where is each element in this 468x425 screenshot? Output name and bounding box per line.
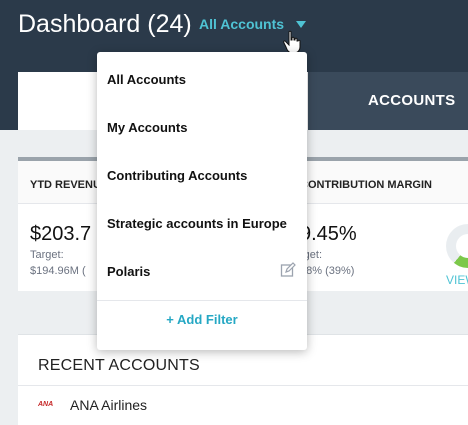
dropdown-item-all-accounts[interactable]: All Accounts bbox=[107, 72, 186, 87]
dropdown-item-polaris[interactable]: Polaris bbox=[107, 264, 150, 279]
margin-donut-chart bbox=[446, 224, 468, 268]
caret-down-icon bbox=[296, 20, 307, 28]
add-filter-button[interactable]: + Add Filter bbox=[97, 312, 307, 327]
tab-accounts[interactable]: ACCOUNTS bbox=[368, 92, 455, 109]
dropdown-item-my-accounts[interactable]: My Accounts bbox=[107, 120, 187, 135]
kpi-target-label-revenue: Target: bbox=[30, 249, 64, 261]
recent-accounts-title: RECENT ACCOUNTS bbox=[38, 357, 200, 374]
kpi-value-revenue: $203.7 bbox=[30, 223, 92, 245]
kpi-target-value-revenue: $194.96M ( bbox=[30, 265, 86, 277]
view-link[interactable]: VIEW bbox=[446, 273, 468, 287]
account-filter-dropdown: All Accounts My Accounts Contributing Ac… bbox=[97, 52, 307, 350]
divider bbox=[97, 300, 307, 301]
edit-icon[interactable] bbox=[280, 262, 296, 278]
kpi-value-margin: 9.45% bbox=[300, 223, 357, 245]
dropdown-item-contributing-accounts[interactable]: Contributing Accounts bbox=[107, 168, 247, 183]
recent-account-name[interactable]: ANA Airlines bbox=[70, 397, 147, 413]
kpi-label-margin: CONTRIBUTION MARGIN bbox=[300, 179, 432, 191]
dropdown-item-strategic-europe[interactable]: Strategic accounts in Europe bbox=[107, 216, 287, 231]
divider bbox=[18, 385, 468, 386]
account-selector-label: All Accounts bbox=[199, 16, 285, 32]
ana-logo: ANA bbox=[38, 401, 54, 408]
kpi-target-value-margin: 38% (39%) bbox=[300, 265, 355, 277]
hand-cursor-icon bbox=[283, 30, 301, 54]
page-title: Dashboard (24) bbox=[18, 10, 192, 38]
